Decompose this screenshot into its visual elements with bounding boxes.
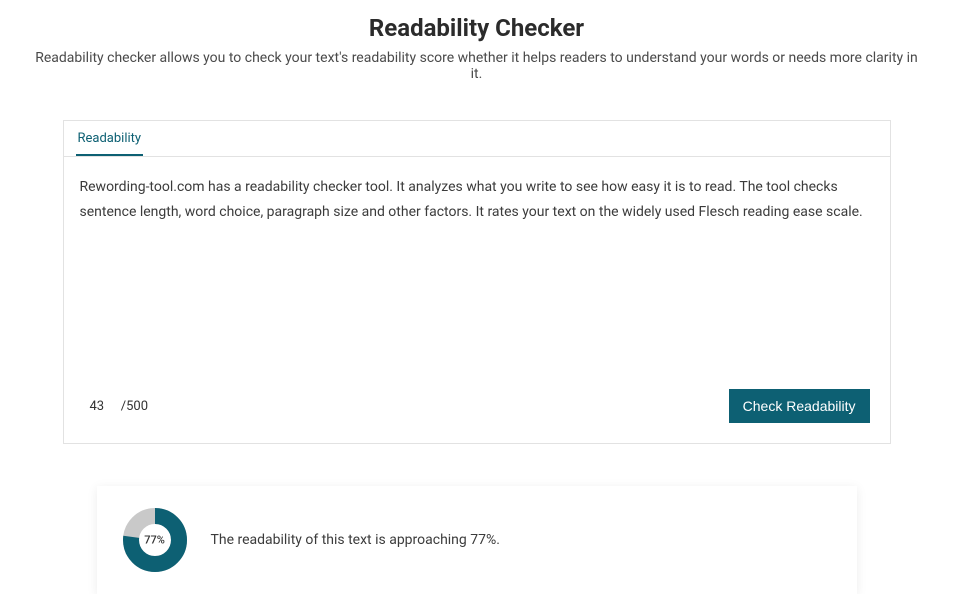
readability-donut: 77%	[123, 508, 187, 572]
check-readability-button[interactable]: Check Readability	[729, 389, 870, 423]
page-subtitle: Readability checker allows you to check …	[0, 50, 953, 82]
tabs-bar: Readability	[64, 121, 890, 157]
editor-footer: 43 /500 Check Readability	[74, 383, 880, 433]
word-count-limit: /500	[121, 399, 148, 414]
word-count-value: 43	[90, 399, 112, 414]
page-title: Readability Checker	[0, 14, 953, 42]
text-input[interactable]: Rewording-tool.com has a readability che…	[74, 173, 880, 383]
result-description: The readability of this text is approach…	[211, 532, 500, 548]
donut-percent-label: 77%	[144, 534, 165, 547]
word-count: 43 /500	[80, 399, 149, 414]
tab-readability[interactable]: Readability	[76, 121, 144, 156]
editor-card: Readability Rewording-tool.com has a rea…	[63, 120, 891, 444]
result-card: 77% The readability of this text is appr…	[97, 486, 857, 594]
editor-area: Rewording-tool.com has a readability che…	[64, 157, 890, 443]
